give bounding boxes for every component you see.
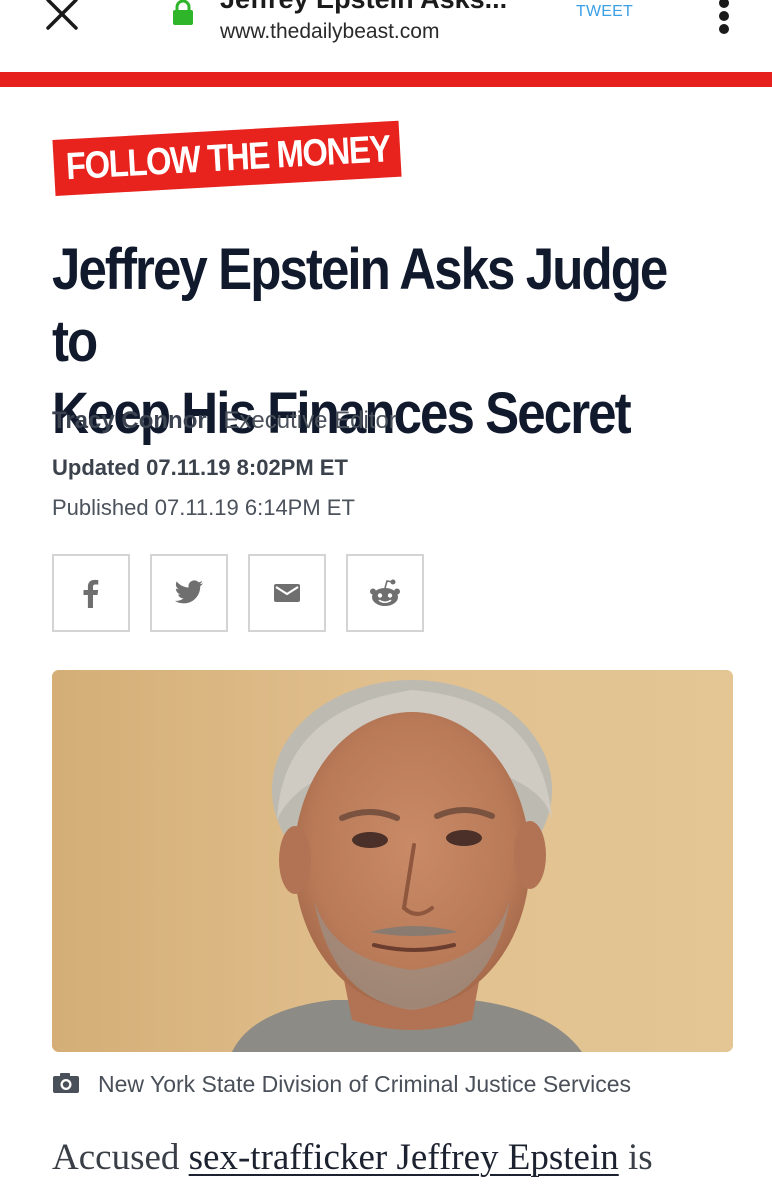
body-text-after-link: is xyxy=(618,1137,653,1178)
more-options-button[interactable] xyxy=(712,0,736,34)
section-tag-wrap: FOLLOW THE MONEY xyxy=(50,120,402,210)
lock-icon xyxy=(170,0,196,26)
byline: Tracy Connor Executive Editor xyxy=(52,407,397,435)
portrait-photo xyxy=(52,670,733,1052)
tweet-button[interactable]: TWEET xyxy=(576,3,633,21)
author-name[interactable]: Tracy Connor xyxy=(52,407,207,434)
article-hero-image[interactable] xyxy=(52,670,733,1052)
email-icon xyxy=(274,584,300,602)
body-link-epstein[interactable]: sex-trafficker Jeffrey Epstein xyxy=(189,1137,619,1178)
brand-red-bar xyxy=(0,72,772,87)
share-reddit-button[interactable] xyxy=(346,554,424,632)
page-title-truncated: Jeffrey Epstein Asks... xyxy=(220,0,507,14)
twitter-icon xyxy=(174,580,203,604)
updated-timestamp: Updated 07.11.19 8:02PM ET xyxy=(52,455,348,480)
close-button[interactable] xyxy=(42,0,82,34)
headline-line-1: Jeffrey Epstein Asks Judge to xyxy=(52,237,668,374)
url-text[interactable]: www.thedailybeast.com xyxy=(220,20,439,44)
camera-icon xyxy=(53,1073,79,1093)
close-icon xyxy=(46,0,78,30)
reddit-icon xyxy=(370,579,400,606)
body-text-start: Accused xyxy=(52,1137,189,1178)
section-tag[interactable]: FOLLOW THE MONEY xyxy=(52,120,402,196)
author-title: Executive Editor xyxy=(223,407,397,434)
published-timestamp: Published 07.11.19 6:14PM ET xyxy=(52,495,355,520)
more-dot-icon xyxy=(719,0,729,8)
page: Jeffrey Epstein Asks... www.thedailybeas… xyxy=(0,0,772,1200)
caption-text: New York State Division of Criminal Just… xyxy=(98,1071,632,1097)
share-twitter-button[interactable] xyxy=(150,554,228,632)
browser-toolbar: Jeffrey Epstein Asks... www.thedailybeas… xyxy=(0,0,772,70)
more-dot-icon xyxy=(719,11,729,21)
more-dot-icon xyxy=(719,24,729,34)
article-body: Accused sex-trafficker Jeffrey Epstein i… xyxy=(52,1135,752,1181)
facebook-icon xyxy=(83,579,99,608)
share-email-button[interactable] xyxy=(248,554,326,632)
share-facebook-button[interactable] xyxy=(52,554,130,632)
